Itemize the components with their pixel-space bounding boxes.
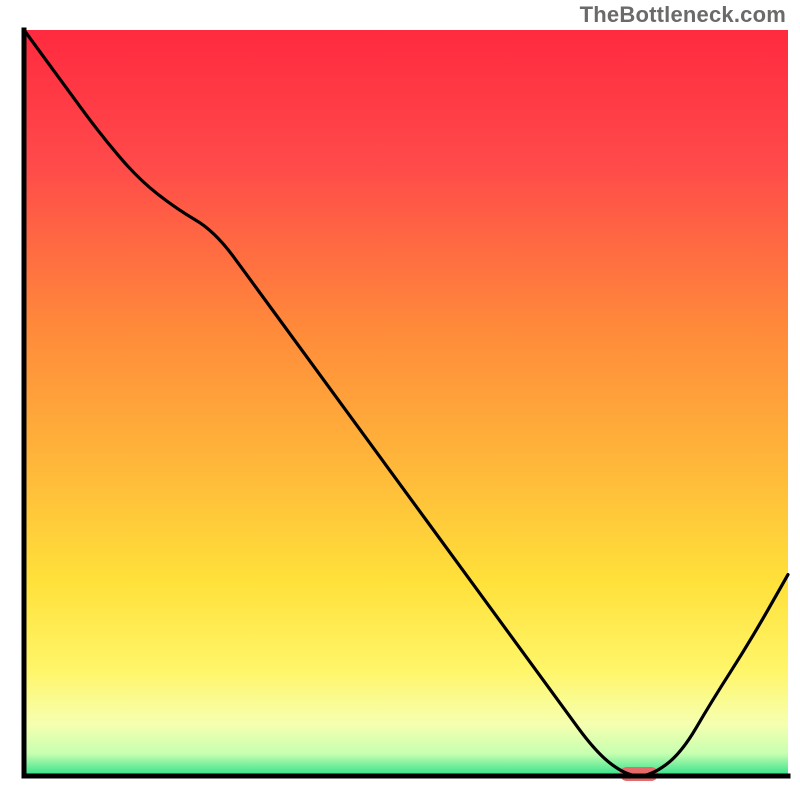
bottleneck-chart xyxy=(0,0,800,800)
watermark-text: TheBottleneck.com xyxy=(580,2,786,28)
chart-container: TheBottleneck.com xyxy=(0,0,800,800)
gradient-background xyxy=(24,30,788,776)
